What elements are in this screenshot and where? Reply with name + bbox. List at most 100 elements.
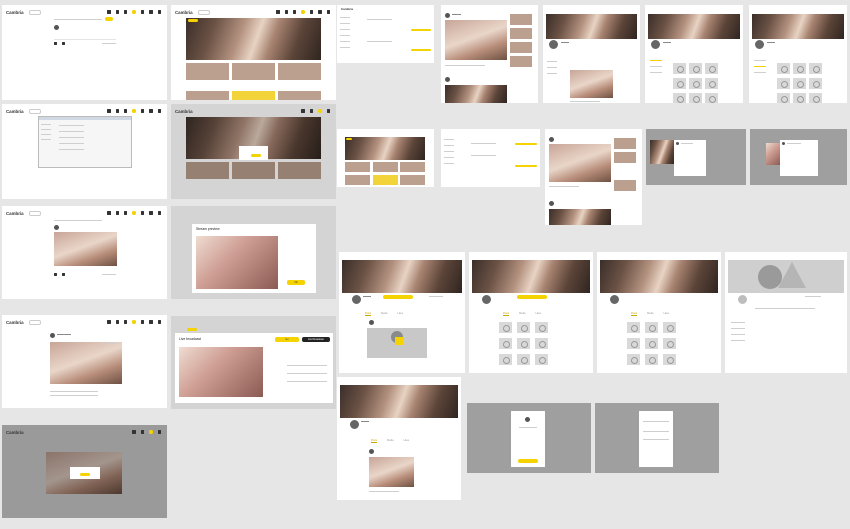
- suggested-thumbnail[interactable]: [614, 180, 636, 191]
- post-button[interactable]: [105, 17, 113, 21]
- tab-media[interactable]: Media: [647, 312, 654, 316]
- post-image[interactable]: [369, 457, 414, 487]
- media-placeholder[interactable]: [663, 322, 676, 333]
- home-icon[interactable]: [115, 320, 120, 324]
- profile-tabs[interactable]: Posts Media Likes: [631, 312, 669, 316]
- sidebar-item[interactable]: [731, 328, 745, 330]
- settings-nav-item[interactable]: [41, 124, 51, 126]
- sidebar-item[interactable]: [731, 334, 745, 336]
- search-input[interactable]: [28, 9, 41, 15]
- settings-field[interactable]: [59, 125, 84, 127]
- camera-icon[interactable]: [276, 10, 280, 14]
- suggested-thumbnail[interactable]: [614, 152, 636, 163]
- media-placeholder[interactable]: [777, 93, 790, 103]
- media-placeholder[interactable]: [705, 93, 718, 103]
- follow-button[interactable]: [517, 295, 547, 299]
- search-input[interactable]: [28, 108, 41, 114]
- media-placeholder[interactable]: [673, 93, 686, 103]
- confirm-button[interactable]: [80, 473, 90, 476]
- media-placeholder[interactable]: [517, 338, 530, 349]
- search-input[interactable]: [197, 9, 210, 15]
- video-player[interactable]: [766, 143, 780, 165]
- conversation-item[interactable]: [340, 35, 350, 37]
- post-image[interactable]: [445, 85, 507, 103]
- post-image[interactable]: [54, 232, 117, 266]
- thumbnail[interactable]: [373, 175, 398, 185]
- bell-icon[interactable]: [149, 211, 153, 215]
- follow-button[interactable]: [383, 295, 413, 299]
- conversation-item[interactable]: [340, 17, 350, 19]
- avatar-icon[interactable]: [157, 10, 161, 14]
- settings-field[interactable]: [59, 137, 84, 139]
- profile-tabs[interactable]: Posts Media Likes: [371, 439, 409, 443]
- tab-likes[interactable]: Likes: [664, 312, 670, 316]
- post-image[interactable]: [570, 70, 613, 98]
- media-placeholder[interactable]: [517, 322, 530, 333]
- settings-icon[interactable]: [140, 211, 145, 215]
- video-icon[interactable]: [62, 42, 66, 46]
- chat-icon[interactable]: [124, 109, 128, 113]
- media-placeholder[interactable]: [777, 78, 790, 89]
- avatar-icon[interactable]: [326, 109, 330, 113]
- media-placeholder[interactable]: [499, 322, 512, 333]
- post-image[interactable]: [445, 20, 507, 60]
- chat-icon[interactable]: [124, 10, 128, 14]
- end-broadcast-button[interactable]: End broadcast: [302, 337, 330, 342]
- suggested-thumbnail[interactable]: [510, 42, 532, 53]
- media-placeholder[interactable]: [499, 354, 512, 365]
- confirm-button[interactable]: [251, 154, 261, 157]
- profile-tabs[interactable]: Posts Media Likes: [365, 312, 403, 316]
- camera-icon[interactable]: [107, 10, 111, 14]
- suggested-thumbnail[interactable]: [510, 56, 532, 67]
- conversation-item[interactable]: [444, 163, 454, 165]
- tab-likes[interactable]: Likes: [536, 312, 542, 316]
- conversation-item[interactable]: [340, 23, 350, 25]
- bell-icon[interactable]: [149, 109, 153, 113]
- thumbnail[interactable]: [400, 162, 425, 172]
- media-placeholder[interactable]: [627, 354, 640, 365]
- confirm-button[interactable]: [518, 459, 538, 463]
- featured-stream[interactable]: [345, 137, 425, 160]
- media-placeholder[interactable]: [793, 78, 806, 89]
- card-field[interactable]: [643, 431, 669, 433]
- star-icon[interactable]: [132, 211, 136, 215]
- media-placeholder[interactable]: [645, 338, 658, 349]
- sidebar-item-active[interactable]: [754, 66, 766, 68]
- thumbnail[interactable]: [278, 63, 321, 80]
- search-input[interactable]: [28, 319, 41, 325]
- sidebar-item[interactable]: [650, 66, 662, 68]
- camera-icon[interactable]: [107, 109, 111, 113]
- thumbnail[interactable]: [345, 162, 370, 172]
- video-icon[interactable]: [62, 273, 66, 277]
- follow-placeholder[interactable]: [805, 296, 821, 298]
- media-placeholder[interactable]: [673, 63, 686, 74]
- settings-icon[interactable]: [140, 320, 145, 324]
- thumbnail[interactable]: [373, 162, 398, 172]
- avatar-icon[interactable]: [326, 10, 330, 14]
- tab-posts[interactable]: Posts: [631, 312, 637, 316]
- avatar-icon[interactable]: [157, 211, 161, 215]
- conversation-item[interactable]: [444, 139, 454, 141]
- media-placeholder[interactable]: [627, 338, 640, 349]
- conversation-item[interactable]: [340, 29, 350, 31]
- tab-media[interactable]: Media: [387, 439, 394, 443]
- camera-icon[interactable]: [301, 109, 305, 113]
- home-icon[interactable]: [115, 109, 120, 113]
- home-icon[interactable]: [284, 10, 289, 14]
- sidebar-item[interactable]: [754, 60, 766, 62]
- sidebar-item[interactable]: [731, 322, 745, 324]
- tab-posts[interactable]: Posts: [371, 439, 377, 443]
- media-placeholder[interactable]: [809, 63, 822, 74]
- avatar-icon[interactable]: [157, 430, 161, 434]
- settings-field[interactable]: [59, 149, 84, 151]
- media-placeholder[interactable]: [793, 63, 806, 74]
- star-icon[interactable]: [132, 320, 136, 324]
- thumbnail[interactable]: [278, 91, 321, 100]
- media-placeholder[interactable]: [645, 354, 658, 365]
- sidebar-item[interactable]: [547, 73, 557, 75]
- camera-icon[interactable]: [107, 211, 111, 215]
- chat-icon[interactable]: [124, 211, 128, 215]
- thumbnail[interactable]: [345, 175, 370, 185]
- avatar-icon[interactable]: [157, 320, 161, 324]
- sidebar-item[interactable]: [754, 72, 766, 74]
